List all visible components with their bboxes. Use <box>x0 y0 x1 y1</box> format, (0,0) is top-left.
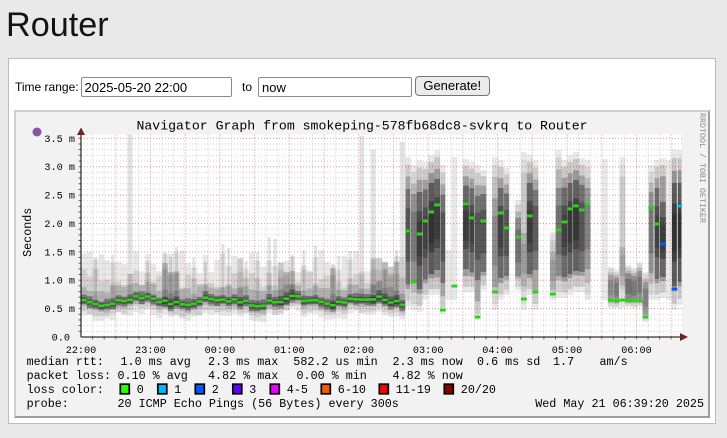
svg-text:Navigator Graph from smokeping: Navigator Graph from smokeping-578fb68dc… <box>136 119 587 134</box>
svg-text:Wed May 21 06:39:20 2025: Wed May 21 06:39:20 2025 <box>535 397 704 411</box>
svg-text:0.0: 0.0 <box>52 334 70 345</box>
svg-text:2.0 m: 2.0 m <box>44 220 75 231</box>
svg-text:1.0 m: 1.0 m <box>44 277 75 288</box>
svg-text:RRDTOOL / TOBI OETIKER: RRDTOOL / TOBI OETIKER <box>697 113 707 223</box>
svg-text:packet loss:0.10 % avg4.82 % m: packet loss:0.10 % avg4.82 % max0.00 % m… <box>27 369 463 383</box>
svg-text:2.5 m: 2.5 m <box>44 192 75 203</box>
svg-text:loss color:: loss color: <box>27 383 104 397</box>
svg-text:3.5 m: 3.5 m <box>44 135 75 146</box>
svg-text:Seconds: Seconds <box>21 208 35 257</box>
svg-text:1.5 m: 1.5 m <box>44 248 75 259</box>
svg-text:3.0 m: 3.0 m <box>44 163 75 174</box>
svg-text:0.5 m: 0.5 m <box>44 305 75 316</box>
